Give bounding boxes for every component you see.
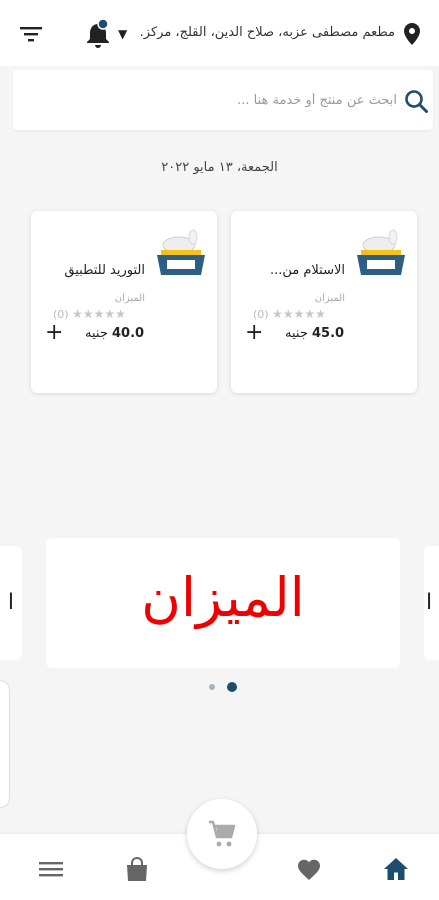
- price-currency: جنيه: [285, 326, 308, 341]
- bell-icon[interactable]: [83, 18, 109, 48]
- star-rating-icon: ★★★★★: [72, 307, 126, 321]
- carousel-dot[interactable]: [209, 684, 215, 690]
- product-price: 40.0 جنيه: [85, 326, 144, 341]
- product-price: 45.0 جنيه: [285, 326, 344, 341]
- product-card[interactable]: الاستلام من... الميزان (0) ★★★★★ 45.0 جن…: [231, 211, 417, 393]
- delivery-location[interactable]: مطعم مصطفى عزبه، صلاح الدين، القلج، مركز…: [140, 25, 395, 40]
- menu-icon[interactable]: [38, 856, 64, 882]
- home-icon[interactable]: [383, 856, 409, 882]
- price-currency: جنيه: [85, 326, 108, 341]
- banner-peek-text: ا: [426, 590, 433, 615]
- add-to-cart-icon[interactable]: +: [245, 322, 263, 345]
- search-input[interactable]: [25, 84, 397, 116]
- price-value: 40.0: [112, 326, 145, 341]
- filter-icon[interactable]: [20, 24, 42, 44]
- product-card[interactable]: التوريد للتطبيق الميزان (0) ★★★★★ 40.0 ج…: [31, 211, 217, 393]
- banner-slide-next[interactable]: ا: [424, 546, 439, 660]
- product-brand: الميزان: [114, 293, 145, 304]
- product-name: التوريد للتطبيق: [64, 263, 145, 278]
- location-pin-icon[interactable]: [403, 22, 421, 46]
- scale-product-image: [357, 229, 405, 275]
- star-rating-icon: ★★★★★: [272, 307, 326, 321]
- chevron-down-icon[interactable]: ▼: [118, 27, 127, 41]
- carousel-indicator: [207, 682, 247, 692]
- banner-logo-text: الميزان: [141, 566, 305, 629]
- product-rating: (0) ★★★★★: [253, 307, 326, 321]
- notification-dot: [97, 18, 109, 30]
- add-to-cart-icon[interactable]: +: [45, 322, 63, 345]
- search-bar: [13, 70, 433, 130]
- banner-slide[interactable]: الميزان: [46, 538, 400, 668]
- product-rating: (0) ★★★★★: [53, 307, 126, 321]
- product-name: الاستلام من...: [269, 263, 345, 278]
- bag-icon[interactable]: [124, 856, 150, 882]
- scale-product-image: [157, 229, 205, 275]
- top-bar: ▼ مطعم مصطفى عزبه، صلاح الدين، القلج، مر…: [0, 0, 439, 66]
- search-icon[interactable]: [403, 88, 429, 114]
- carousel-dot-active[interactable]: [227, 682, 237, 692]
- product-brand: الميزان: [314, 293, 345, 304]
- banner-peek-text: ا: [7, 590, 14, 615]
- current-date: الجمعة، ١٣ مايو ٢٠٢٢: [161, 160, 278, 175]
- side-panel-handle[interactable]: [0, 680, 10, 808]
- heart-icon[interactable]: [296, 856, 322, 882]
- price-value: 45.0: [312, 326, 345, 341]
- banner-slide-prev[interactable]: ا: [0, 546, 22, 660]
- cart-button[interactable]: [187, 799, 257, 869]
- cart-icon: [209, 820, 236, 847]
